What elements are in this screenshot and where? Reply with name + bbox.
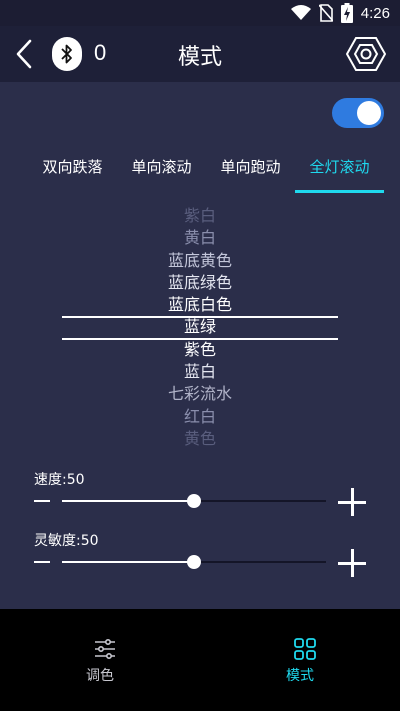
battery-charging-icon: [340, 3, 353, 23]
color-mode-picker[interactable]: 紫白 黄白 蓝底黄色 蓝底绿色 蓝底白色 蓝绿 紫色 蓝白 七彩流水 红白 黄色: [0, 205, 400, 450]
picker-selection-line-bottom: [62, 338, 338, 340]
sensitivity-slider-fill: [62, 561, 194, 563]
mode-tabs: 双向跌落 单向滚动 单向跑动 全灯滚动: [28, 147, 384, 193]
status-bar: 4:26: [0, 0, 400, 26]
picker-item[interactable]: 蓝底黄色: [0, 250, 400, 272]
nav-label-mode: 模式: [286, 668, 314, 684]
status-icons: 4:26: [290, 3, 390, 23]
nav-item-mode[interactable]: 模式: [200, 609, 400, 711]
speed-decrease-button[interactable]: [34, 500, 50, 502]
picker-item[interactable]: 黄白: [0, 227, 400, 249]
picker-item[interactable]: 蓝底白色: [0, 294, 400, 316]
speed-slider-fill: [62, 500, 194, 502]
speed-slider[interactable]: [62, 494, 326, 508]
picker-item[interactable]: 黄色: [0, 428, 400, 450]
sensitivity-increase-button[interactable]: [338, 549, 366, 577]
sensitivity-label: 灵敏度:50: [34, 533, 99, 549]
bluetooth-device-count: 0: [94, 40, 107, 65]
bluetooth-button[interactable]: [52, 37, 82, 71]
picker-selection-line-top: [62, 316, 338, 318]
picker-item[interactable]: 蓝白: [0, 361, 400, 383]
app-bar: 0 模式: [0, 26, 400, 82]
tab-all-light-scroll[interactable]: 全灯滚动: [295, 147, 384, 193]
tab-bidirectional-fall[interactable]: 双向跌落: [28, 147, 117, 193]
nav-item-color[interactable]: 调色: [0, 609, 200, 711]
speed-increase-button[interactable]: [338, 488, 366, 516]
picker-item[interactable]: 紫白: [0, 205, 400, 227]
sensitivity-slider-thumb[interactable]: [187, 555, 201, 569]
sensitivity-slider[interactable]: [62, 555, 326, 569]
speed-slider-thumb[interactable]: [187, 494, 201, 508]
sensitivity-decrease-button[interactable]: [34, 561, 50, 563]
grid-icon: [294, 638, 316, 660]
sliders-icon: [95, 638, 115, 659]
picker-item[interactable]: 紫色: [0, 339, 400, 361]
wifi-icon: [290, 5, 311, 20]
picker-item[interactable]: 红白: [0, 406, 400, 428]
speed-label: 速度:50: [34, 472, 85, 488]
tab-one-way-scroll[interactable]: 单向滚动: [117, 147, 206, 193]
back-arrow-icon[interactable]: [8, 34, 48, 74]
picker-item-selected[interactable]: 蓝绿: [0, 316, 400, 338]
settings-hexagon-icon[interactable]: [346, 34, 386, 74]
picker-item[interactable]: 蓝底绿色: [0, 272, 400, 294]
no-sim-icon: [318, 4, 333, 22]
bluetooth-icon: [61, 44, 72, 64]
bottom-nav: 调色 模式: [0, 609, 400, 711]
power-toggle[interactable]: [332, 98, 384, 128]
status-time: 4:26: [360, 4, 390, 22]
toggle-knob: [357, 101, 381, 125]
tab-one-way-run[interactable]: 单向跑动: [206, 147, 295, 193]
picker-item[interactable]: 七彩流水: [0, 383, 400, 405]
nav-label-color: 调色: [86, 668, 114, 684]
